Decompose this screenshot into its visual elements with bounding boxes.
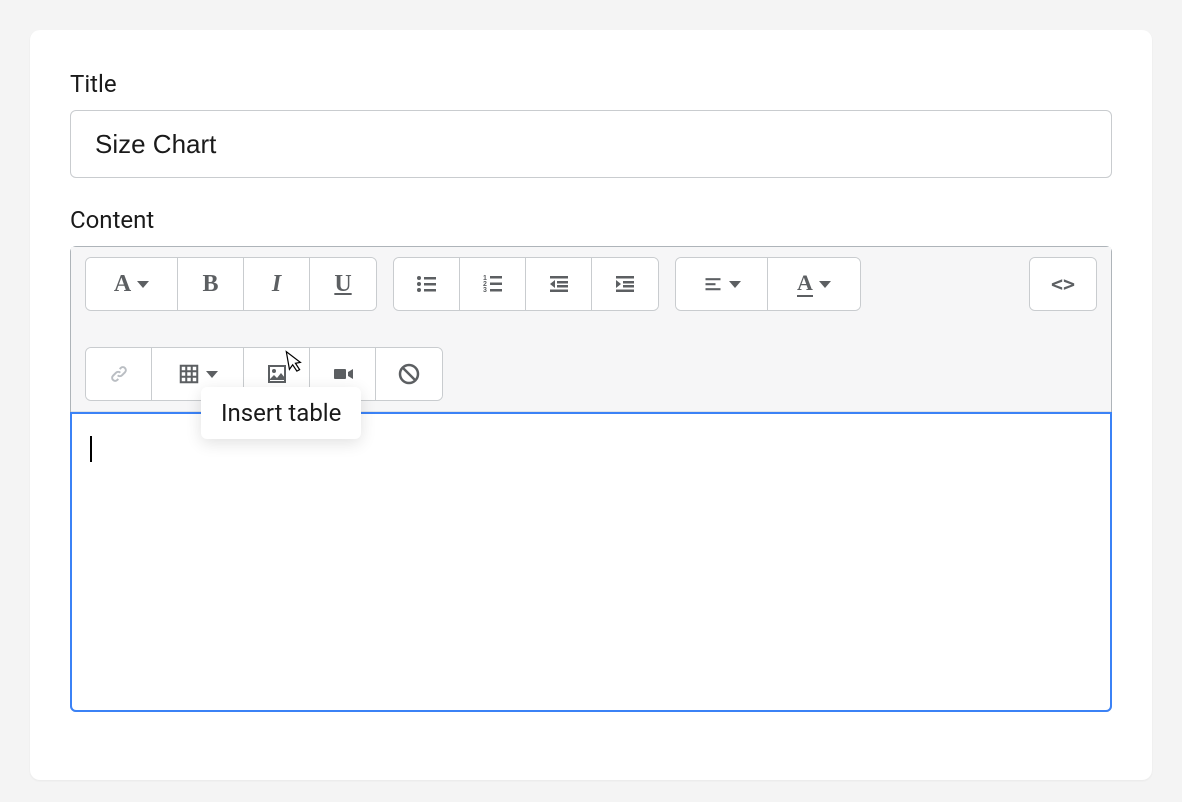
table-icon xyxy=(178,363,200,385)
video-icon xyxy=(331,362,355,386)
indent-button[interactable] xyxy=(592,258,658,310)
clear-formatting-icon xyxy=(397,362,421,386)
list-group: 1 2 3 xyxy=(393,257,659,311)
font-style-group: A B I U xyxy=(85,257,377,311)
italic-button[interactable]: I xyxy=(244,258,310,310)
bold-icon: B xyxy=(202,271,218,298)
caret-down-icon xyxy=(137,281,149,288)
bold-button[interactable]: B xyxy=(178,258,244,310)
html-view-group: <> xyxy=(1029,257,1097,311)
text-cursor xyxy=(90,436,92,462)
outdent-button[interactable] xyxy=(526,258,592,310)
content-editor-area[interactable] xyxy=(70,412,1112,712)
align-button[interactable] xyxy=(676,258,768,310)
text-color-button[interactable]: A xyxy=(768,258,860,310)
insert-link-button[interactable] xyxy=(86,348,152,400)
image-icon xyxy=(265,362,289,386)
link-icon xyxy=(107,362,131,386)
align-color-group: A xyxy=(675,257,861,311)
editor-toolbar: A B I U xyxy=(71,247,1111,412)
numbered-list-icon: 1 2 3 xyxy=(481,272,505,296)
caret-down-icon xyxy=(729,281,741,288)
font-family-icon: A xyxy=(114,271,131,298)
code-icon: <> xyxy=(1051,272,1075,296)
title-group: Title xyxy=(70,70,1112,178)
text-color-icon: A xyxy=(797,272,813,297)
title-label: Title xyxy=(70,70,1112,98)
align-left-icon xyxy=(703,274,723,294)
rich-text-editor: A B I U xyxy=(70,246,1112,712)
underline-icon: U xyxy=(334,271,351,298)
caret-down-icon xyxy=(206,371,218,378)
bullet-list-icon xyxy=(415,272,439,296)
editor-card: Title Content A B I xyxy=(30,30,1152,780)
svg-text:3: 3 xyxy=(483,287,487,294)
italic-icon: I xyxy=(272,271,281,298)
title-input[interactable] xyxy=(70,110,1112,178)
font-family-button[interactable]: A xyxy=(86,258,178,310)
bullet-list-button[interactable] xyxy=(394,258,460,310)
content-group: Content A B I U xyxy=(70,206,1112,712)
indent-icon xyxy=(613,272,637,296)
content-label: Content xyxy=(70,206,1112,234)
insert-table-tooltip: Insert table xyxy=(201,387,361,439)
numbered-list-button[interactable]: 1 2 3 xyxy=(460,258,526,310)
underline-button[interactable]: U xyxy=(310,258,376,310)
outdent-icon xyxy=(547,272,571,296)
caret-down-icon xyxy=(819,281,831,288)
clear-formatting-button[interactable] xyxy=(376,348,442,400)
show-html-button[interactable]: <> xyxy=(1030,258,1096,310)
